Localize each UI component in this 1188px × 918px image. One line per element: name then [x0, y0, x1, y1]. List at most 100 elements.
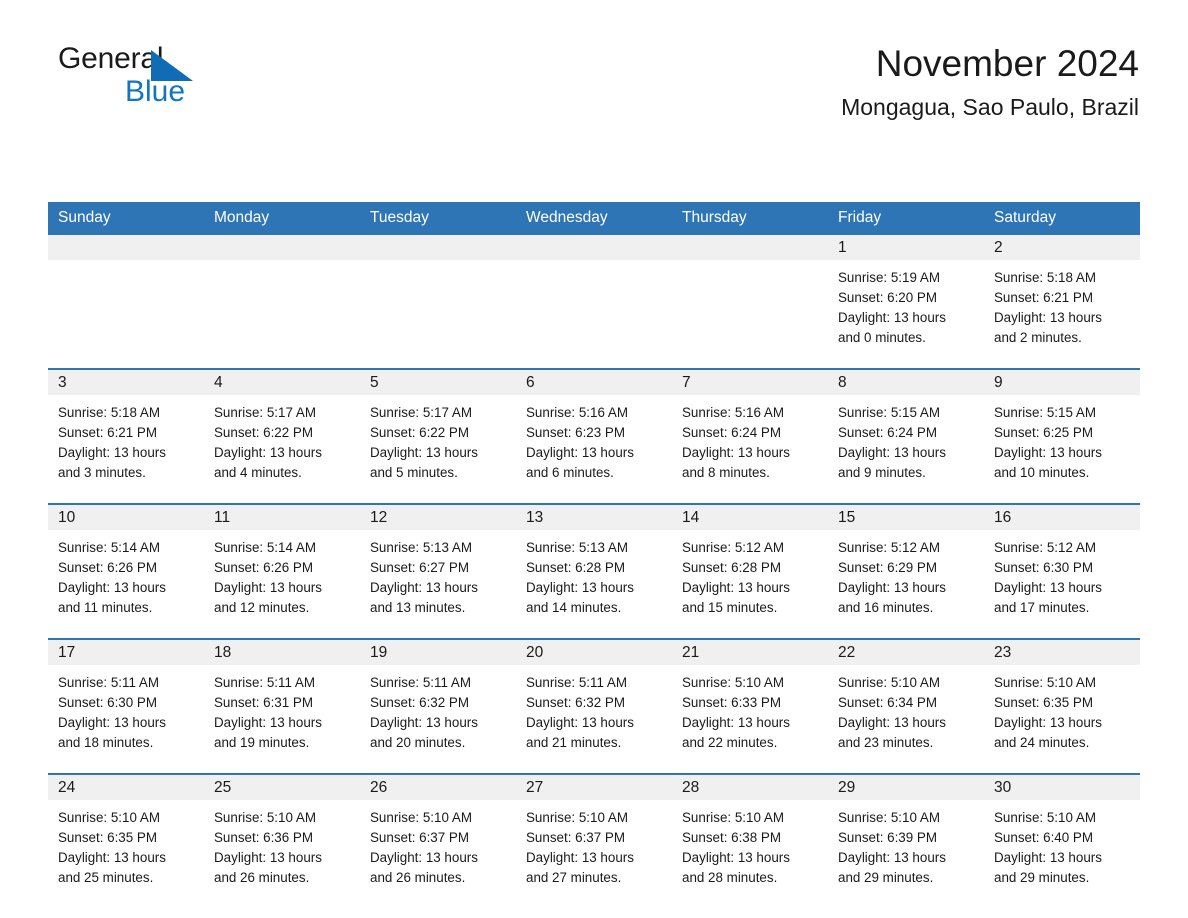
day-cell[interactable]: 18 Sunrise: 5:11 AM Sunset: 6:31 PM Dayl…: [204, 638, 360, 774]
day-number: 17: [48, 640, 204, 665]
day-cell[interactable]: 6 Sunrise: 5:16 AM Sunset: 6:23 PM Dayli…: [516, 368, 672, 504]
day-details: Sunrise: 5:12 AM Sunset: 6:30 PM Dayligh…: [984, 530, 1140, 618]
day-cell[interactable]: [204, 235, 360, 369]
day-cell[interactable]: 26 Sunrise: 5:10 AM Sunset: 6:37 PM Dayl…: [360, 773, 516, 908]
calendar-page: General Blue November 2024 Mongagua, Sao…: [0, 0, 1188, 918]
day-details: Sunrise: 5:11 AM Sunset: 6:32 PM Dayligh…: [516, 665, 672, 753]
day-number: 7: [672, 370, 828, 395]
daylight-text-cont: and 29 minutes.: [994, 870, 1090, 885]
day-cell[interactable]: 16 Sunrise: 5:12 AM Sunset: 6:30 PM Dayl…: [984, 503, 1140, 639]
day-cell[interactable]: [360, 235, 516, 369]
day-cell[interactable]: 22 Sunrise: 5:10 AM Sunset: 6:34 PM Dayl…: [828, 638, 984, 774]
day-cell[interactable]: 14 Sunrise: 5:12 AM Sunset: 6:28 PM Dayl…: [672, 503, 828, 639]
day-cell[interactable]: 19 Sunrise: 5:11 AM Sunset: 6:32 PM Dayl…: [360, 638, 516, 774]
day-cell[interactable]: [516, 235, 672, 369]
week-row: 3 Sunrise: 5:18 AM Sunset: 6:21 PM Dayli…: [48, 368, 1140, 504]
day-number: 9: [984, 370, 1140, 395]
daylight-text-cont: and 8 minutes.: [682, 465, 770, 480]
daylight-text: Daylight: 13 hours: [994, 580, 1102, 595]
sunset-text: Sunset: 6:29 PM: [838, 560, 937, 575]
day-cell[interactable]: 10 Sunrise: 5:14 AM Sunset: 6:26 PM Dayl…: [48, 503, 204, 639]
column-header-monday: Monday: [204, 202, 360, 235]
day-details: Sunrise: 5:10 AM Sunset: 6:38 PM Dayligh…: [672, 800, 828, 888]
day-cell[interactable]: 9 Sunrise: 5:15 AM Sunset: 6:25 PM Dayli…: [984, 368, 1140, 504]
column-header-saturday: Saturday: [984, 202, 1140, 235]
day-cell[interactable]: 25 Sunrise: 5:10 AM Sunset: 6:36 PM Dayl…: [204, 773, 360, 908]
day-details: Sunrise: 5:12 AM Sunset: 6:28 PM Dayligh…: [672, 530, 828, 618]
day-cell[interactable]: 7 Sunrise: 5:16 AM Sunset: 6:24 PM Dayli…: [672, 368, 828, 504]
daylight-text: Daylight: 13 hours: [370, 580, 478, 595]
daylight-text: Daylight: 13 hours: [682, 850, 790, 865]
daylight-text: Daylight: 13 hours: [214, 850, 322, 865]
sunrise-text: Sunrise: 5:12 AM: [994, 540, 1096, 555]
daylight-text-cont: and 2 minutes.: [994, 330, 1082, 345]
day-details: Sunrise: 5:15 AM Sunset: 6:24 PM Dayligh…: [828, 395, 984, 483]
day-cell[interactable]: 29 Sunrise: 5:10 AM Sunset: 6:39 PM Dayl…: [828, 773, 984, 908]
sunrise-text: Sunrise: 5:11 AM: [526, 675, 627, 690]
daylight-text: Daylight: 13 hours: [526, 715, 634, 730]
week-row: 17 Sunrise: 5:11 AM Sunset: 6:30 PM Dayl…: [48, 638, 1140, 774]
day-number: [516, 235, 672, 260]
sunset-text: Sunset: 6:33 PM: [682, 695, 781, 710]
day-cell[interactable]: 20 Sunrise: 5:11 AM Sunset: 6:32 PM Dayl…: [516, 638, 672, 774]
day-cell[interactable]: 30 Sunrise: 5:10 AM Sunset: 6:40 PM Dayl…: [984, 773, 1140, 908]
daylight-text-cont: and 13 minutes.: [370, 600, 466, 615]
daylight-text-cont: and 24 minutes.: [994, 735, 1090, 750]
daylight-text-cont: and 20 minutes.: [370, 735, 466, 750]
sunrise-sunset-calendar: Sunday Monday Tuesday Wednesday Thursday…: [48, 202, 1140, 908]
day-cell[interactable]: 5 Sunrise: 5:17 AM Sunset: 6:22 PM Dayli…: [360, 368, 516, 504]
day-details: Sunrise: 5:10 AM Sunset: 6:34 PM Dayligh…: [828, 665, 984, 753]
day-cell[interactable]: 12 Sunrise: 5:13 AM Sunset: 6:27 PM Dayl…: [360, 503, 516, 639]
day-cell[interactable]: [672, 235, 828, 369]
day-number: 22: [828, 640, 984, 665]
day-number: 29: [828, 775, 984, 800]
daylight-text: Daylight: 13 hours: [682, 580, 790, 595]
daylight-text-cont: and 17 minutes.: [994, 600, 1090, 615]
day-cell[interactable]: 2 Sunrise: 5:18 AM Sunset: 6:21 PM Dayli…: [984, 235, 1140, 369]
day-cell[interactable]: 21 Sunrise: 5:10 AM Sunset: 6:33 PM Dayl…: [672, 638, 828, 774]
daylight-text-cont: and 14 minutes.: [526, 600, 622, 615]
sunset-text: Sunset: 6:30 PM: [58, 695, 157, 710]
day-number: 13: [516, 505, 672, 530]
day-number: 26: [360, 775, 516, 800]
sunrise-text: Sunrise: 5:10 AM: [994, 675, 1096, 690]
day-cell[interactable]: 17 Sunrise: 5:11 AM Sunset: 6:30 PM Dayl…: [48, 638, 204, 774]
day-cell[interactable]: 28 Sunrise: 5:10 AM Sunset: 6:38 PM Dayl…: [672, 773, 828, 908]
day-number: [672, 235, 828, 260]
day-number: 14: [672, 505, 828, 530]
sunrise-text: Sunrise: 5:11 AM: [370, 675, 471, 690]
day-number: 6: [516, 370, 672, 395]
day-cell[interactable]: [48, 235, 204, 369]
daylight-text: Daylight: 13 hours: [370, 715, 478, 730]
page-header: General Blue November 2024 Mongagua, Sao…: [48, 0, 1140, 154]
daylight-text-cont: and 9 minutes.: [838, 465, 926, 480]
day-cell[interactable]: 11 Sunrise: 5:14 AM Sunset: 6:26 PM Dayl…: [204, 503, 360, 639]
day-details: Sunrise: 5:14 AM Sunset: 6:26 PM Dayligh…: [48, 530, 204, 618]
day-cell[interactable]: 13 Sunrise: 5:13 AM Sunset: 6:28 PM Dayl…: [516, 503, 672, 639]
daylight-text: Daylight: 13 hours: [214, 580, 322, 595]
day-cell[interactable]: 4 Sunrise: 5:17 AM Sunset: 6:22 PM Dayli…: [204, 368, 360, 504]
day-of-week-header-row: Sunday Monday Tuesday Wednesday Thursday…: [48, 202, 1140, 235]
day-cell[interactable]: 8 Sunrise: 5:15 AM Sunset: 6:24 PM Dayli…: [828, 368, 984, 504]
day-details: Sunrise: 5:10 AM Sunset: 6:33 PM Dayligh…: [672, 665, 828, 753]
column-header-sunday: Sunday: [48, 202, 204, 235]
day-cell[interactable]: 24 Sunrise: 5:10 AM Sunset: 6:35 PM Dayl…: [48, 773, 204, 908]
day-details: Sunrise: 5:10 AM Sunset: 6:37 PM Dayligh…: [360, 800, 516, 888]
day-cell[interactable]: 1 Sunrise: 5:19 AM Sunset: 6:20 PM Dayli…: [828, 235, 984, 369]
day-number: 25: [204, 775, 360, 800]
day-cell[interactable]: 23 Sunrise: 5:10 AM Sunset: 6:35 PM Dayl…: [984, 638, 1140, 774]
day-cell[interactable]: 27 Sunrise: 5:10 AM Sunset: 6:37 PM Dayl…: [516, 773, 672, 908]
daylight-text: Daylight: 13 hours: [214, 715, 322, 730]
sunrise-text: Sunrise: 5:15 AM: [838, 405, 940, 420]
daylight-text: Daylight: 13 hours: [370, 850, 478, 865]
day-cell[interactable]: 3 Sunrise: 5:18 AM Sunset: 6:21 PM Dayli…: [48, 368, 204, 504]
day-cell[interactable]: 15 Sunrise: 5:12 AM Sunset: 6:29 PM Dayl…: [828, 503, 984, 639]
daylight-text: Daylight: 13 hours: [526, 580, 634, 595]
sunrise-text: Sunrise: 5:18 AM: [994, 270, 1096, 285]
sunset-text: Sunset: 6:27 PM: [370, 560, 469, 575]
sunrise-text: Sunrise: 5:10 AM: [682, 810, 784, 825]
day-number: 18: [204, 640, 360, 665]
sunrise-text: Sunrise: 5:11 AM: [214, 675, 315, 690]
sunset-text: Sunset: 6:23 PM: [526, 425, 625, 440]
day-details: Sunrise: 5:17 AM Sunset: 6:22 PM Dayligh…: [204, 395, 360, 483]
